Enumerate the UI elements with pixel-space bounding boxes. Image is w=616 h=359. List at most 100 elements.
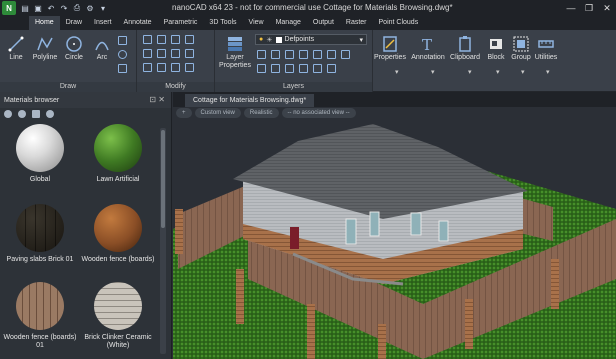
chevron-down-icon[interactable]: ▾ xyxy=(468,68,472,76)
copy-icon[interactable] xyxy=(143,49,152,58)
layer-tool-icon[interactable] xyxy=(299,64,308,73)
material-item[interactable]: Paving slabs Brick 01 xyxy=(0,204,80,264)
mirror-icon[interactable] xyxy=(157,49,166,58)
arc-tool[interactable]: Arc xyxy=(90,34,114,61)
tab-parametric[interactable]: Parametric xyxy=(158,16,204,30)
dropdown-icon[interactable]: ▾ xyxy=(98,3,108,13)
move-icon[interactable] xyxy=(143,35,152,44)
folder-icon[interactable]: ▤ xyxy=(20,3,30,13)
tab-insert[interactable]: Insert xyxy=(88,16,118,30)
help-icon[interactable] xyxy=(46,110,54,118)
modify-panel-label: Modify xyxy=(137,82,214,92)
fence-post xyxy=(236,269,244,324)
ellipse-icon[interactable] xyxy=(118,50,127,59)
print-icon[interactable]: ⎙ xyxy=(72,3,82,13)
layer-tool-icon[interactable] xyxy=(341,50,350,59)
app-logo: N xyxy=(2,1,16,15)
tab-manage[interactable]: Manage xyxy=(270,16,307,30)
stretch-icon[interactable] xyxy=(143,63,152,72)
layer-dropdown[interactable]: ● ☀ Defpoints ▾ xyxy=(255,34,367,45)
scrollbar-thumb[interactable] xyxy=(161,130,165,228)
circle-tool[interactable]: Circle xyxy=(62,34,86,61)
tab-point-clouds[interactable]: Point Clouds xyxy=(373,16,425,30)
rectangle-icon[interactable] xyxy=(118,36,127,45)
view-mode-icon[interactable] xyxy=(32,110,40,118)
material-item[interactable]: Brick Clinker Ceramic (White) xyxy=(78,282,158,350)
chevron-down-icon[interactable]: ▾ xyxy=(521,68,525,76)
fence-post xyxy=(465,299,473,349)
polyline-tool[interactable]: Polyline xyxy=(31,34,59,61)
material-drop-icon[interactable] xyxy=(18,110,26,118)
visual-style-selector[interactable]: Realistic xyxy=(243,108,279,118)
material-item[interactable]: Lawn Artificial xyxy=(78,124,158,184)
offset-icon[interactable] xyxy=(185,63,194,72)
chevron-down-icon[interactable]: ▾ xyxy=(395,68,399,76)
layer-tool-icon[interactable] xyxy=(271,64,280,73)
tab-document[interactable]: Cottage for Materials Browsing.dwg* xyxy=(185,94,315,107)
cottage-3d-render xyxy=(173,124,616,359)
group-group[interactable]: Group xyxy=(509,34,533,61)
close-button[interactable]: ✕ xyxy=(598,0,616,16)
tab-draw[interactable]: Draw xyxy=(60,16,88,30)
layer-tool-icon[interactable] xyxy=(271,50,280,59)
clipboard-group[interactable]: Clipboard xyxy=(449,34,481,61)
annotation-group[interactable]: T Annotation xyxy=(410,34,446,61)
line-tool[interactable]: Line xyxy=(4,34,28,61)
fillet-icon[interactable] xyxy=(171,49,180,58)
tab-3d-tools[interactable]: 3D Tools xyxy=(203,16,242,30)
chevron-down-icon: ▾ xyxy=(359,36,363,44)
tab-output[interactable]: Output xyxy=(307,16,340,30)
erase-icon[interactable] xyxy=(185,35,194,44)
layer-tool-icon[interactable] xyxy=(313,64,322,73)
associated-view-selector[interactable]: -- no associated view -- xyxy=(281,108,356,118)
material-item[interactable]: Wooden fence (boards) xyxy=(78,204,158,264)
tab-home[interactable]: Home xyxy=(29,16,60,30)
layer-tool-icon[interactable] xyxy=(299,50,308,59)
properties-group[interactable]: Properties xyxy=(374,34,406,61)
array-icon[interactable] xyxy=(171,63,180,72)
trim-icon[interactable] xyxy=(171,35,180,44)
layer-tool-icon[interactable] xyxy=(327,64,336,73)
save-icon[interactable]: ▣ xyxy=(33,3,43,13)
layer-tool-icon[interactable] xyxy=(285,64,294,73)
materials-browser-header: Materials browser ⊡ ✕ xyxy=(0,92,171,108)
minimize-button[interactable]: — xyxy=(562,0,580,16)
view-selector[interactable]: Custom view xyxy=(194,108,241,118)
materials-scrollbar[interactable] xyxy=(160,128,166,354)
block-group[interactable]: Block xyxy=(484,34,508,61)
utilities-group[interactable]: Utilities xyxy=(534,34,558,61)
pin-icon[interactable]: ⊡ ✕ xyxy=(149,95,165,104)
explode-icon[interactable] xyxy=(185,49,194,58)
fence-post xyxy=(378,324,386,359)
tab-view[interactable]: View xyxy=(243,16,270,30)
settings-icon[interactable]: ⚙ xyxy=(85,3,95,13)
tab-annotate[interactable]: Annotate xyxy=(118,16,158,30)
chevron-down-icon[interactable]: ▾ xyxy=(431,68,435,76)
rotate-icon[interactable] xyxy=(157,35,166,44)
chevron-down-icon[interactable]: ▾ xyxy=(546,68,550,76)
redo-icon[interactable]: ↷ xyxy=(59,3,69,13)
material-drop-icon[interactable] xyxy=(4,110,12,118)
chevron-down-icon[interactable]: ▾ xyxy=(496,68,500,76)
annotation-label: Annotation xyxy=(411,54,445,61)
drawing-viewport[interactable] xyxy=(173,119,616,359)
material-item[interactable]: Global xyxy=(0,124,80,184)
layer-color-swatch xyxy=(275,36,282,43)
material-item[interactable]: Wooden fence (boards) 01 xyxy=(0,282,80,350)
tab-raster[interactable]: Raster xyxy=(340,16,373,30)
layer-tool-icon[interactable] xyxy=(327,50,336,59)
layer-tool-icon[interactable] xyxy=(313,50,322,59)
layer-properties-tool[interactable]: Layer Properties xyxy=(217,34,253,70)
layer-tool-icon[interactable] xyxy=(257,64,266,73)
undo-icon[interactable]: ↶ xyxy=(46,3,56,13)
layer-tool-icon[interactable] xyxy=(285,50,294,59)
window xyxy=(345,218,357,245)
window-controls: — ❐ ✕ xyxy=(562,0,616,16)
layer-tool-icon[interactable] xyxy=(257,50,266,59)
material-label: Brick Clinker Ceramic (White) xyxy=(84,334,152,349)
scale-icon[interactable] xyxy=(157,63,166,72)
draw-panel-label: Draw xyxy=(0,82,136,92)
maximize-button[interactable]: ❐ xyxy=(580,0,598,16)
add-view-button[interactable]: + xyxy=(176,108,192,118)
hatch-icon[interactable] xyxy=(118,64,127,73)
